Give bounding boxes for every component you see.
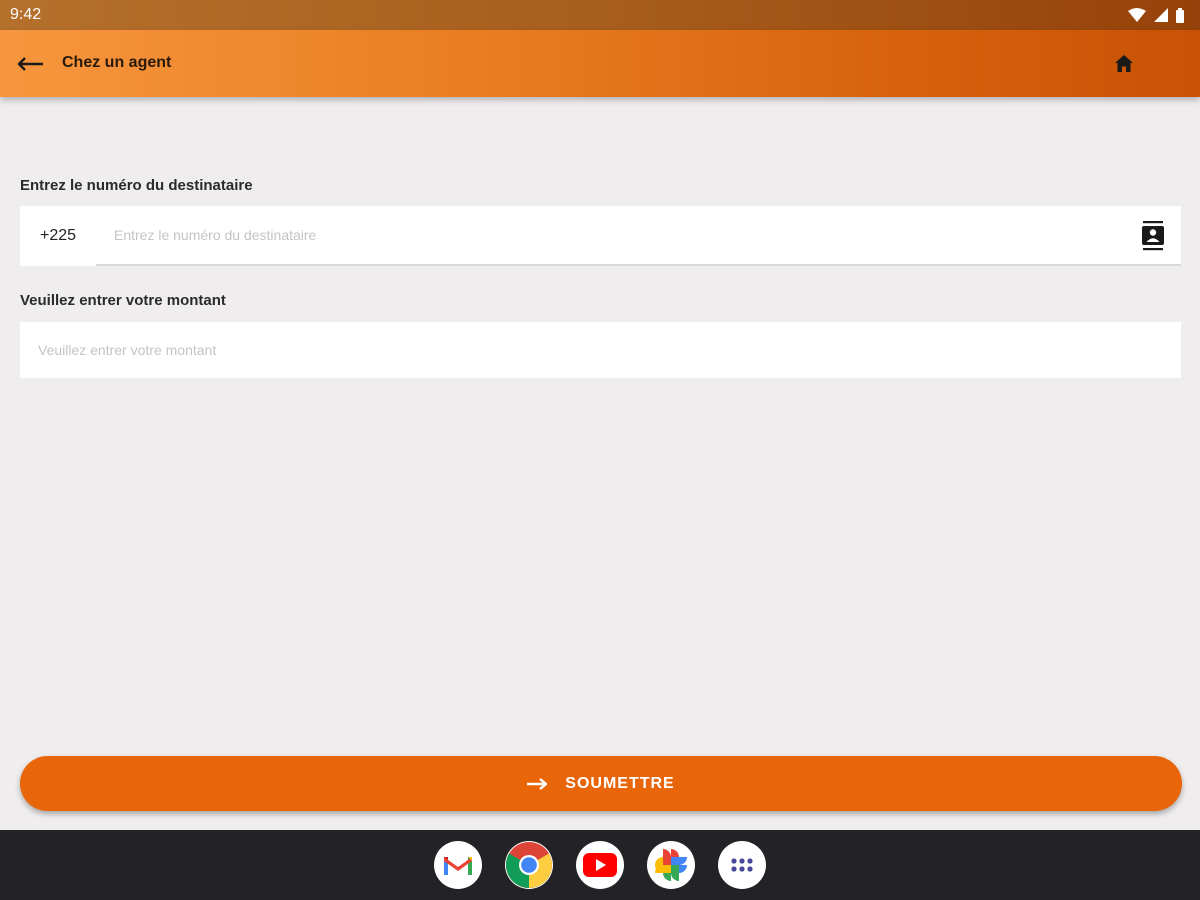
chrome-icon xyxy=(506,842,552,888)
back-button[interactable] xyxy=(18,52,46,76)
status-icons xyxy=(1128,7,1184,23)
battery-icon xyxy=(1176,7,1184,23)
photos-app[interactable] xyxy=(647,841,695,889)
youtube-app[interactable] xyxy=(576,841,624,889)
home-button[interactable] xyxy=(1112,52,1136,76)
app-bar: Chez un agent xyxy=(0,30,1200,97)
youtube-icon xyxy=(583,853,617,877)
photos-icon xyxy=(655,849,687,881)
gmail-icon xyxy=(444,857,472,875)
status-bar: 9:42 xyxy=(0,0,1200,30)
gmail-app[interactable] xyxy=(434,841,482,889)
arrow-right-icon xyxy=(527,777,548,790)
app-drawer-app[interactable] xyxy=(718,841,766,889)
app-drawer-icon xyxy=(731,858,753,872)
recipient-label: Entrez le numéro du destinataire xyxy=(20,177,253,194)
chrome-app[interactable] xyxy=(505,841,553,889)
amount-label: Veuillez entrer votre montant xyxy=(20,292,226,309)
signal-icon xyxy=(1154,8,1168,22)
page-title: Chez un agent xyxy=(62,54,172,71)
recipient-phone-field: +225 xyxy=(20,206,1181,266)
submit-button-label: SOUMETTRE xyxy=(565,774,675,792)
contacts-button[interactable] xyxy=(1141,221,1165,251)
arrow-left-icon xyxy=(18,57,43,71)
taskbar-dock xyxy=(0,830,1200,900)
status-time: 9:42 xyxy=(10,6,42,23)
home-icon xyxy=(1115,55,1133,72)
contacts-icon xyxy=(1142,221,1164,251)
phone-input-wrapper xyxy=(96,206,1181,266)
recipient-phone-input[interactable] xyxy=(96,206,1181,264)
submit-button[interactable]: SOUMETTRE xyxy=(20,756,1182,811)
amount-input[interactable] xyxy=(20,322,1181,378)
wifi-icon xyxy=(1128,8,1146,22)
amount-field xyxy=(20,322,1181,378)
country-code-prefix[interactable]: +225 xyxy=(20,227,96,245)
